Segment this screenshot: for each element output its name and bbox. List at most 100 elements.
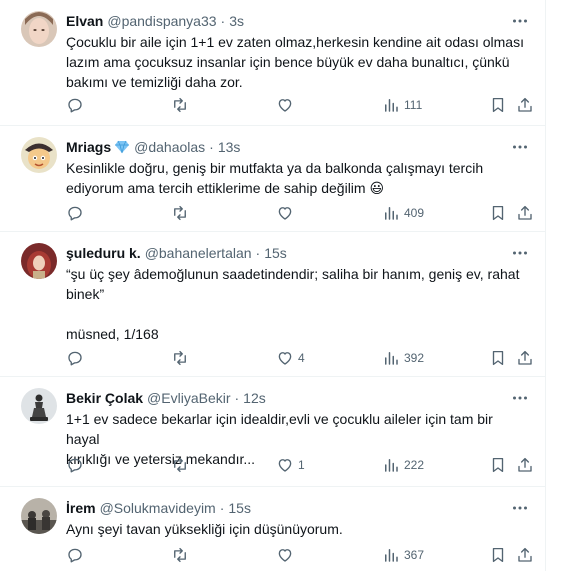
tweet-header: Mriags @dahaolas · 13s: [66, 138, 505, 156]
tweet[interactable]: Mriags @dahaolas · 13s Kesinlikle doğru,…: [0, 126, 545, 232]
views-button[interactable]: 367: [382, 545, 424, 565]
tweet-text-line: [66, 304, 527, 324]
more-options-icon[interactable]: [511, 12, 529, 30]
retweet-icon: [174, 457, 186, 473]
handle[interactable]: @dahaolas: [134, 138, 205, 156]
reply-icon: [68, 98, 82, 113]
tweet-header: İrem @Solukmavideyim · 15s: [66, 499, 505, 517]
retweet-button[interactable]: [171, 545, 189, 565]
share-icon: [518, 457, 532, 472]
views-button[interactable]: 409: [382, 203, 424, 223]
tweet-text-line: Aynı şeyi tavan yüksekliği için düşünüyo…: [66, 521, 343, 537]
reply-icon: [68, 206, 82, 221]
tweet-header: şuleduru k. @bahanelertalan · 15s: [66, 244, 505, 262]
bookmark-button[interactable]: [489, 203, 507, 223]
timestamp[interactable]: 15s: [228, 499, 251, 517]
retweet-icon: [174, 97, 186, 113]
separator-dot: ·: [255, 245, 261, 261]
retweet-icon: [174, 547, 186, 563]
retweet-button[interactable]: [171, 95, 189, 115]
share-icon: [518, 350, 532, 365]
reply-button[interactable]: [66, 348, 84, 368]
tweet[interactable]: şuleduru k. @bahanelertalan · 15s “şu üç…: [0, 232, 545, 377]
share-button[interactable]: [516, 545, 534, 565]
retweet-icon: [174, 205, 186, 221]
retweet-button[interactable]: [171, 203, 189, 223]
timestamp[interactable]: 12s: [243, 389, 266, 407]
bookmark-icon: [492, 350, 504, 366]
display-name[interactable]: Bekir Çolak: [66, 389, 143, 407]
more-options-icon[interactable]: [511, 499, 529, 517]
tweet-text-line: lazım ama çocuksuz insanlar için bence b…: [66, 54, 510, 70]
like-button[interactable]: [276, 95, 298, 115]
tweet-actions: 111: [66, 95, 532, 115]
tweet-text: Çocuklu bir aile için 1+1 ev zaten olmaz…: [66, 32, 527, 92]
tweet-text: Kesinlikle doğru, geniş bir mutfakta ya …: [66, 158, 527, 198]
bookmark-button[interactable]: [489, 545, 507, 565]
views-icon: [385, 352, 398, 365]
display-name[interactable]: şuleduru k.: [66, 244, 141, 262]
separator-dot: ·: [220, 13, 226, 29]
avatar[interactable]: [21, 243, 57, 279]
avatar[interactable]: [21, 498, 57, 534]
tweet-text-line: Çocuklu bir aile için 1+1 ev zaten olmaz…: [66, 34, 524, 50]
tweet[interactable]: Bekir Çolak @EvliyaBekir · 12s 1+1 ev sa…: [0, 377, 545, 487]
reply-icon: [68, 351, 82, 366]
separator-dot: ·: [219, 500, 225, 516]
handle[interactable]: @Solukmavideyim: [100, 499, 216, 517]
share-button[interactable]: [516, 455, 534, 475]
more-options-icon[interactable]: [511, 389, 529, 407]
tweet-text: “şu üç şey âdemoğlunun saadetindendir; s…: [66, 264, 527, 344]
like-button[interactable]: [276, 203, 298, 223]
handle[interactable]: @EvliyaBekir: [147, 389, 230, 407]
like-button[interactable]: 1: [276, 455, 305, 475]
separator-dot: ·: [209, 139, 214, 155]
handle[interactable]: @bahanelertalan: [145, 244, 252, 262]
share-button[interactable]: [516, 348, 534, 368]
like-button[interactable]: [276, 545, 298, 565]
diamond-badge-icon: [114, 140, 130, 154]
like-count: 4: [298, 351, 305, 365]
tweet[interactable]: Elvan @pandispanya33 · 3s Çocuklu bir ai…: [0, 0, 545, 126]
retweet-icon: [174, 350, 186, 366]
more-options-icon[interactable]: [511, 244, 529, 262]
bookmark-button[interactable]: [489, 95, 507, 115]
views-button[interactable]: 111: [382, 95, 422, 115]
view-count: 222: [404, 458, 425, 472]
separator-dot: ·: [234, 390, 240, 406]
reply-button[interactable]: [66, 455, 84, 475]
more-options-icon[interactable]: [511, 138, 529, 156]
tweet-text-line: ediyorum ama tercih ettiklerime de sahip…: [66, 180, 385, 196]
bookmark-icon: [492, 457, 504, 473]
avatar[interactable]: [21, 388, 57, 424]
views-icon: [385, 549, 398, 562]
tweet[interactable]: İrem @Solukmavideyim · 15s Aynı şeyi tav…: [0, 487, 545, 571]
share-icon: [518, 547, 532, 562]
bookmark-button[interactable]: [489, 455, 507, 475]
display-name[interactable]: İrem: [66, 499, 96, 517]
views-button[interactable]: 222: [382, 455, 424, 475]
timestamp[interactable]: 13s: [218, 138, 241, 156]
display-name[interactable]: Mriags: [66, 138, 111, 156]
retweet-button[interactable]: [171, 455, 189, 475]
avatar[interactable]: [21, 11, 57, 47]
share-icon: [518, 205, 532, 220]
bookmark-button[interactable]: [489, 348, 507, 368]
avatar[interactable]: [21, 137, 57, 173]
reply-button[interactable]: [66, 545, 84, 565]
display-name[interactable]: Elvan: [66, 12, 103, 30]
share-button[interactable]: [516, 203, 534, 223]
view-count: 367: [404, 548, 425, 562]
reply-button[interactable]: [66, 95, 84, 115]
timestamp[interactable]: 15s: [264, 244, 287, 262]
reply-icon: [68, 548, 82, 563]
reply-button[interactable]: [66, 203, 84, 223]
views-button[interactable]: 392: [382, 348, 424, 368]
handle[interactable]: @pandispanya33: [107, 12, 216, 30]
retweet-button[interactable]: [171, 348, 189, 368]
share-button[interactable]: [516, 95, 534, 115]
reply-icon: [68, 458, 82, 473]
timestamp[interactable]: 3s: [229, 12, 244, 30]
like-button[interactable]: 4: [276, 348, 305, 368]
tweet-actions: 409: [66, 203, 532, 223]
